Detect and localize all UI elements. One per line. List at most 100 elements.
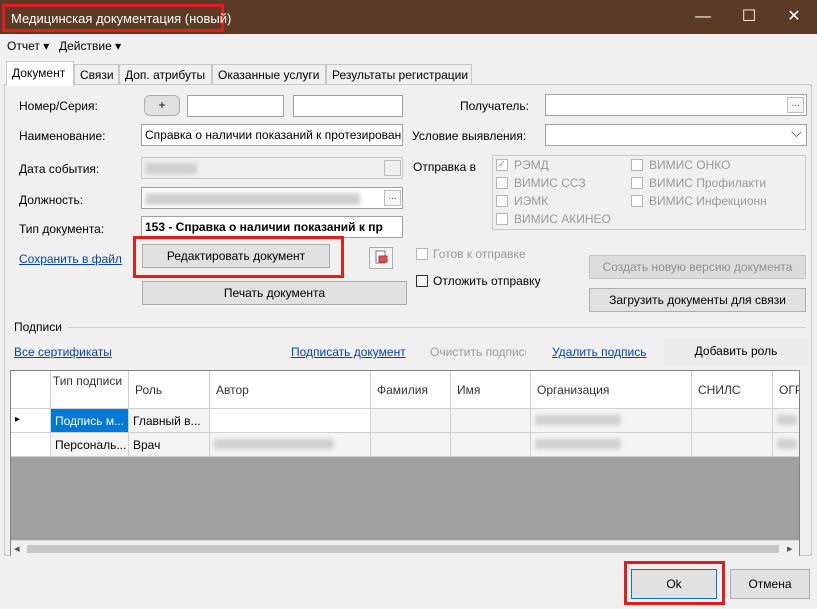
tab-registration-results[interactable]: Результаты регистрации: [326, 64, 472, 85]
ready-to-send-checkbox[interactable]: [416, 248, 428, 260]
vimis-akineo-checkbox[interactable]: [496, 213, 508, 225]
tab-document[interactable]: Документ: [6, 61, 74, 86]
delete-signature-link[interactable]: Удалить подпись: [552, 345, 647, 359]
column-header-snils[interactable]: СНИЛС: [692, 371, 773, 409]
cancel-button[interactable]: Отмена: [730, 569, 810, 599]
cell-organization[interactable]: [531, 409, 692, 433]
sign-document-link[interactable]: Подписать документ: [291, 345, 406, 359]
redacted-ogrn: [777, 415, 797, 425]
iemk-checkbox[interactable]: [496, 195, 508, 207]
add-role-button[interactable]: Добавить роль: [664, 339, 808, 365]
cell-type[interactable]: Подпись м...: [51, 409, 129, 433]
tab-extra-attributes[interactable]: Доп. атрибуты: [119, 64, 212, 85]
recipient-lookup-button[interactable]: ...: [787, 97, 804, 113]
cell-firstname[interactable]: [451, 409, 531, 433]
event-date-field: [141, 157, 403, 179]
menu-action[interactable]: Действие ▾: [59, 39, 121, 53]
cell-ogrn[interactable]: [773, 409, 799, 433]
column-header-organization[interactable]: Организация: [531, 371, 692, 409]
grid-horizontal-scrollbar[interactable]: ◂ ▸: [11, 540, 799, 556]
tab-links[interactable]: Связи: [74, 64, 119, 85]
vimis-onko-checkbox[interactable]: [631, 159, 643, 171]
scroll-left-icon[interactable]: ◂: [14, 542, 20, 555]
name-label: Наименование:: [19, 129, 106, 143]
row-marker-icon: ▸: [11, 409, 51, 433]
chevron-down-icon: ⌵: [791, 124, 802, 140]
cell-role[interactable]: Врач: [129, 433, 210, 457]
signatures-grid: Тип подписи Роль Автор Фамилия Имя Орган…: [10, 370, 800, 556]
condition-select[interactable]: [545, 124, 807, 146]
column-header-role[interactable]: Роль: [129, 371, 210, 409]
column-header-firstname[interactable]: Имя: [451, 371, 531, 409]
recipient-input[interactable]: [545, 94, 807, 116]
cell-surname[interactable]: [371, 433, 451, 457]
print-document-button[interactable]: Печать документа: [142, 281, 407, 305]
remd-label: РЭМД: [514, 158, 549, 172]
signatures-label: Подписи: [14, 320, 62, 334]
number-input[interactable]: [187, 95, 284, 117]
cell-snils[interactable]: [692, 433, 773, 457]
close-button[interactable]: ✕: [771, 0, 817, 34]
cell-role[interactable]: Главный в...: [129, 409, 210, 433]
column-header-author[interactable]: Автор: [210, 371, 371, 409]
condition-label: Условие выявления:: [412, 129, 527, 143]
menu-report-label: Отчет: [7, 39, 40, 53]
row-header: [11, 433, 51, 457]
recipient-label: Получатель:: [460, 99, 529, 113]
series-input[interactable]: [293, 95, 403, 117]
redacted-ogrn: [777, 439, 797, 449]
cell-organization[interactable]: [531, 433, 692, 457]
send-to-label: Отправка в: [413, 160, 476, 174]
ok-button[interactable]: Ok: [631, 569, 717, 599]
chevron-down-icon: ▾: [115, 39, 122, 53]
title-bar: Медицинская документация (новый) — ☐ ✕: [0, 0, 817, 34]
vimis-onko-label: ВИМИС ОНКО: [649, 158, 731, 172]
position-field[interactable]: [141, 187, 403, 209]
vimis-infect-label: ВИМИС Инфекционн: [649, 194, 767, 208]
cell-ogrn[interactable]: [773, 433, 799, 457]
cell-surname[interactable]: [371, 409, 451, 433]
scroll-right-icon[interactable]: ▸: [787, 542, 793, 555]
name-input[interactable]: Справка о наличии показаний к протезиров…: [141, 124, 403, 146]
cell-author[interactable]: [210, 409, 371, 433]
window-title: Медицинская документация (новый): [2, 4, 231, 32]
all-certificates-link[interactable]: Все сертификаты: [14, 345, 112, 359]
vimis-ssz-checkbox[interactable]: [496, 177, 508, 189]
save-to-file-link[interactable]: Сохранить в файл: [19, 252, 122, 266]
edit-document-button[interactable]: Редактировать документ: [142, 244, 330, 268]
clear-signatures-link[interactable]: Очистить подписи: [430, 345, 526, 359]
vimis-infect-checkbox[interactable]: [631, 195, 643, 207]
cell-author[interactable]: [210, 433, 371, 457]
position-lookup-button[interactable]: ...: [384, 190, 401, 206]
cell-firstname[interactable]: [451, 433, 531, 457]
vimis-prof-checkbox[interactable]: [631, 177, 643, 189]
new-version-button[interactable]: Создать новую версию документа: [589, 255, 806, 279]
postpone-checkbox[interactable]: [416, 275, 428, 287]
menu-action-label: Действие: [59, 39, 112, 53]
cell-type[interactable]: Персональ...: [51, 433, 129, 457]
chevron-down-icon: ▾: [43, 39, 50, 53]
export-icon-svg: [375, 250, 388, 264]
redacted-organization: [535, 415, 621, 425]
maximize-button[interactable]: ☐: [726, 0, 772, 34]
export-icon[interactable]: [369, 247, 393, 269]
add-number-button[interactable]: +: [144, 95, 180, 116]
minimize-button[interactable]: —: [680, 0, 726, 34]
scroll-thumb[interactable]: [27, 545, 779, 553]
column-header-ogrn[interactable]: ОГР: [773, 371, 799, 409]
vimis-prof-label: ВИМИС Профилакти: [649, 176, 767, 190]
doctype-field[interactable]: 153 - Справка о наличии показаний к пр: [141, 216, 403, 238]
cell-snils[interactable]: [692, 409, 773, 433]
tab-services[interactable]: Оказанные услуги: [212, 64, 326, 85]
menu-report[interactable]: Отчет ▾: [7, 39, 49, 53]
remd-checkbox[interactable]: ✓: [496, 159, 508, 171]
vimis-akineo-label: ВИМИС АКИНЕО: [514, 212, 611, 226]
calendar-button: [384, 160, 401, 176]
column-header-surname[interactable]: Фамилия: [371, 371, 451, 409]
signatures-divider: [68, 327, 806, 328]
column-header-type[interactable]: Тип подписи: [51, 371, 129, 409]
upload-docs-button[interactable]: Загрузить документы для связи: [589, 288, 806, 312]
iemk-label: ИЭМК: [514, 194, 549, 208]
ready-to-send-label: Готов к отправке: [433, 247, 526, 261]
event-date-label: Дата события:: [19, 162, 100, 176]
